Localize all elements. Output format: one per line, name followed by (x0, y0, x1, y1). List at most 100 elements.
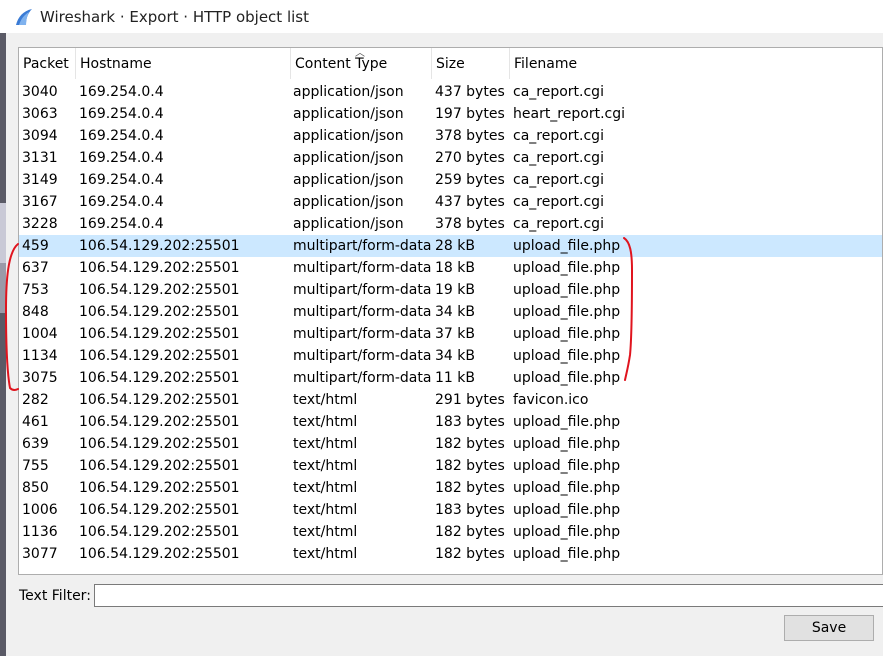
content-type-cell: application/json (293, 84, 404, 100)
content-type-cell: multipart/form-data (293, 348, 432, 364)
title-bar: Wireshark · Export · HTTP object list (0, 0, 883, 34)
size-cell: 19 kB (435, 282, 475, 298)
content-type-cell: multipart/form-data (293, 304, 432, 320)
filename-cell: ca_report.cgi (513, 216, 604, 232)
table-row[interactable]: 461 106.54.129.202:25501 text/html 183 byte… (19, 411, 882, 433)
content-type-cell: multipart/form-data (293, 238, 432, 254)
table-row[interactable]: 3131 169.254.0.4 application/json 270 bytes… (19, 147, 882, 169)
hostname-cell: 106.54.129.202:25501 (79, 414, 240, 430)
table-row[interactable]: 637 106.54.129.202:25501 multipart/form-da… (19, 257, 882, 279)
http-object-table[interactable]: Packet Hostname Content Type Size Filena… (18, 47, 883, 575)
filename-cell: ca_report.cgi (513, 172, 604, 188)
hostname-cell: 169.254.0.4 (79, 106, 164, 122)
packet-cell: 459 (22, 238, 49, 254)
content-type-cell: text/html (293, 436, 358, 452)
table-row[interactable]: 3149 169.254.0.4 application/json 259 bytes… (19, 169, 882, 191)
packet-cell: 3149 (22, 172, 58, 188)
packet-cell: 639 (22, 436, 49, 452)
table-row[interactable]: 3040 169.254.0.4 application/json 437 bytes… (19, 81, 882, 103)
content-type-cell: multipart/form-data (293, 326, 432, 342)
packet-cell: 755 (22, 458, 49, 474)
hostname-cell: 106.54.129.202:25501 (79, 282, 240, 298)
table-row[interactable]: 755 106.54.129.202:25501 text/html 182 byte… (19, 455, 882, 477)
table-row[interactable]: 1134 106.54.129.202:25501 multipart/form-d… (19, 345, 882, 367)
table-row[interactable]: 1004 106.54.129.202:25501 multipart/form-d… (19, 323, 882, 345)
size-cell: 197 bytes (435, 106, 505, 122)
table-row[interactable]: 282 106.54.129.202:25501 text/html 291 byte… (19, 389, 882, 411)
table-header: Packet Hostname Content Type Size Filena… (19, 48, 882, 79)
content-type-cell: text/html (293, 480, 358, 496)
size-cell: 182 bytes (435, 480, 505, 496)
table-row[interactable]: 3063 169.254.0.4 application/json 197 bytes… (19, 103, 882, 125)
hostname-cell: 106.54.129.202:25501 (79, 260, 240, 276)
window-title: Wireshark · Export · HTTP object list (40, 7, 309, 26)
hostname-cell: 106.54.129.202:25501 (79, 326, 240, 342)
filename-cell: upload_file.php (513, 238, 621, 254)
size-cell: 34 kB (435, 348, 475, 364)
column-header-filename[interactable]: Filename (510, 48, 882, 79)
content-type-cell: text/html (293, 524, 358, 540)
hostname-cell: 106.54.129.202:25501 (79, 480, 240, 496)
table-row[interactable]: 639 106.54.129.202:25501 text/html 182 byte… (19, 433, 882, 455)
packet-cell: 3077 (22, 546, 58, 562)
size-cell: 18 kB (435, 260, 475, 276)
packet-cell: 753 (22, 282, 49, 298)
filename-cell: upload_file.php (513, 304, 621, 320)
column-header-size[interactable]: Size (432, 48, 510, 79)
content-type-cell: text/html (293, 502, 358, 518)
column-header-hostname[interactable]: Hostname (76, 48, 291, 79)
packet-cell: 1134 (22, 348, 58, 364)
content-type-cell: multipart/form-data (293, 260, 432, 276)
hostname-cell: 106.54.129.202:25501 (79, 546, 240, 562)
filename-cell: upload_file.php (513, 480, 621, 496)
filename-cell: upload_file.php (513, 414, 621, 430)
table-row[interactable]: 459 106.54.129.202:25501 multipart/form-da… (19, 235, 882, 257)
packet-cell: 3228 (22, 216, 58, 232)
save-button[interactable]: Save (784, 615, 874, 641)
filename-cell: upload_file.php (513, 282, 621, 298)
hostname-cell: 106.54.129.202:25501 (79, 238, 240, 254)
size-cell: 437 bytes (435, 194, 505, 210)
filename-cell: heart_report.cgi (513, 106, 625, 122)
packet-cell: 850 (22, 480, 49, 496)
table-row[interactable]: 753 106.54.129.202:25501 multipart/form-da… (19, 279, 882, 301)
content-type-cell: text/html (293, 392, 358, 408)
filename-cell: upload_file.php (513, 502, 621, 518)
text-filter-input[interactable] (94, 584, 883, 607)
hostname-cell: 169.254.0.4 (79, 84, 164, 100)
hostname-cell: 106.54.129.202:25501 (79, 348, 240, 364)
size-cell: 182 bytes (435, 436, 505, 452)
table-row[interactable]: 848 106.54.129.202:25501 multipart/form-da… (19, 301, 882, 323)
column-header-packet[interactable]: Packet (19, 48, 76, 79)
table-row[interactable]: 3075 106.54.129.202:25501 multipart/form-d… (19, 367, 882, 389)
packet-cell: 637 (22, 260, 49, 276)
size-cell: 270 bytes (435, 150, 505, 166)
filename-cell: upload_file.php (513, 436, 621, 452)
sort-ascending-icon: ︿ (355, 48, 365, 59)
hostname-cell: 106.54.129.202:25501 (79, 436, 240, 452)
filename-cell: upload_file.php (513, 260, 621, 276)
hostname-cell: 106.54.129.202:25501 (79, 304, 240, 320)
size-cell: 183 bytes (435, 414, 505, 430)
table-row[interactable]: 850 106.54.129.202:25501 text/html 182 byte… (19, 477, 882, 499)
filename-cell: favicon.ico (513, 392, 589, 408)
content-type-cell: application/json (293, 172, 404, 188)
packet-cell: 282 (22, 392, 49, 408)
filename-cell: upload_file.php (513, 326, 621, 342)
packet-cell: 3063 (22, 106, 58, 122)
table-row[interactable]: 3094 169.254.0.4 application/json 378 bytes… (19, 125, 882, 147)
content-type-cell: text/html (293, 458, 358, 474)
content-type-cell: text/html (293, 546, 358, 562)
size-cell: 34 kB (435, 304, 475, 320)
hostname-cell: 106.54.129.202:25501 (79, 458, 240, 474)
table-row[interactable]: 1006 106.54.129.202:25501 text/html 183 byt… (19, 499, 882, 521)
hostname-cell: 169.254.0.4 (79, 194, 164, 210)
packet-cell: 3167 (22, 194, 58, 210)
size-cell: 437 bytes (435, 84, 505, 100)
filename-cell: upload_file.php (513, 524, 621, 540)
text-filter-row: Text Filter: (18, 584, 883, 608)
table-row[interactable]: 3167 169.254.0.4 application/json 437 bytes… (19, 191, 882, 213)
table-row[interactable]: 1136 106.54.129.202:25501 text/html 182 byt… (19, 521, 882, 543)
table-row[interactable]: 3228 169.254.0.4 application/json 378 bytes… (19, 213, 882, 235)
table-row[interactable]: 3077 106.54.129.202:25501 text/html 182 byt… (19, 543, 882, 565)
